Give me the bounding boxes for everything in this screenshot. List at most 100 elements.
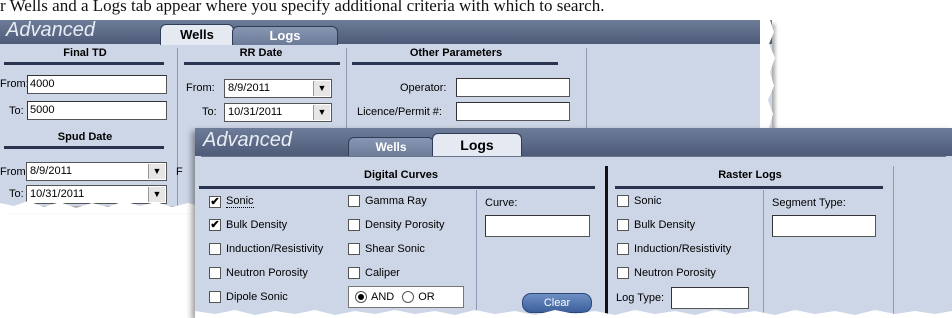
panel-header bbox=[195, 128, 952, 156]
rr-date-to-label: To: bbox=[202, 106, 217, 118]
checkbox-raster-sonic[interactable]: Sonic bbox=[617, 195, 662, 207]
rr-date-from-label: From: bbox=[186, 82, 215, 94]
final-td-title: Final TD bbox=[63, 47, 107, 59]
checkbox-dipole-sonic[interactable]: Dipole Sonic bbox=[209, 291, 288, 303]
checkbox-raster-neutron-porosity[interactable]: Neutron Porosity bbox=[617, 267, 716, 279]
divider bbox=[346, 48, 347, 128]
checkbox-shear-sonic[interactable]: Shear Sonic bbox=[348, 243, 425, 255]
checkbox-label: Bulk Density bbox=[226, 219, 288, 231]
final-td-from-input[interactable]: 4000 bbox=[27, 75, 167, 94]
advanced-title: Advanced bbox=[6, 19, 95, 41]
partial-label: F bbox=[176, 166, 183, 178]
checkbox-label: Shear Sonic bbox=[365, 243, 425, 255]
final-td-to-label: To: bbox=[9, 105, 24, 117]
spud-date-from-picker[interactable]: 8/9/2011 ▼ bbox=[26, 162, 167, 181]
checkbox-box[interactable] bbox=[348, 243, 360, 255]
checkbox-caliper[interactable]: Caliper bbox=[348, 267, 400, 279]
divider bbox=[586, 48, 587, 128]
checkbox-box[interactable]: ✔ bbox=[209, 195, 221, 208]
spud-date-title: Spud Date bbox=[57, 131, 113, 143]
checkbox-box[interactable] bbox=[617, 267, 629, 279]
final-td-from-label: From: bbox=[0, 78, 29, 90]
checkbox-bulk-density[interactable]: ✔ Bulk Density bbox=[209, 219, 287, 231]
radio-and-label: AND bbox=[371, 291, 395, 303]
checkbox-neutron-porosity[interactable]: Neutron Porosity bbox=[209, 267, 308, 279]
advanced-title: Advanced bbox=[203, 129, 292, 151]
checkbox-induction-resistivity[interactable]: Induction/Resistivity bbox=[209, 243, 323, 255]
rr-date-from-picker[interactable]: 8/9/2011 ▼ bbox=[224, 79, 332, 98]
checkbox-label: Sonic bbox=[634, 195, 662, 207]
checkbox-label: Density Porosity bbox=[365, 219, 445, 231]
final-td-to-input[interactable]: 5000 bbox=[27, 101, 167, 120]
checkbox-box[interactable] bbox=[617, 243, 629, 255]
section-line bbox=[615, 186, 883, 189]
radio-or[interactable] bbox=[402, 291, 415, 303]
section-line bbox=[352, 62, 558, 65]
segment-type-input[interactable] bbox=[772, 215, 876, 237]
curve-label: Curve: bbox=[485, 197, 518, 209]
checkbox-box[interactable] bbox=[348, 219, 360, 231]
other-params-title: Other Parameters bbox=[409, 47, 503, 59]
tab-wells[interactable]: Wells bbox=[160, 24, 234, 45]
and-or-selector: AND OR bbox=[348, 286, 464, 308]
tab-logs[interactable]: Logs bbox=[432, 133, 522, 157]
checkbox-label: Induction/Resistivity bbox=[634, 243, 732, 255]
tab-logs[interactable]: Logs bbox=[232, 26, 338, 45]
checkbox-label: Neutron Porosity bbox=[226, 267, 308, 279]
log-type-input[interactable] bbox=[671, 287, 749, 309]
licence-input[interactable] bbox=[456, 102, 570, 121]
divider bbox=[893, 166, 894, 318]
checkbox-label: Induction/Resistivity bbox=[226, 243, 324, 255]
divider bbox=[177, 48, 178, 206]
divider bbox=[476, 190, 477, 318]
checkbox-label: Caliper bbox=[365, 267, 400, 279]
logs-panel: Advanced Wells Logs Digital Curves ✔ Son… bbox=[195, 128, 952, 318]
checkbox-box[interactable] bbox=[348, 195, 360, 207]
checkbox-label: Bulk Density bbox=[634, 219, 696, 231]
panel-header bbox=[0, 20, 772, 44]
divider bbox=[605, 166, 608, 318]
operator-input[interactable] bbox=[456, 78, 570, 97]
section-line bbox=[199, 186, 595, 189]
digital-curves-title: Digital Curves bbox=[364, 169, 438, 181]
checkbox-box[interactable] bbox=[209, 267, 221, 279]
operator-label: Operator: bbox=[400, 82, 447, 94]
checkbox-density-porosity[interactable]: Density Porosity bbox=[348, 219, 444, 231]
checkbox-box[interactable] bbox=[617, 195, 629, 207]
segment-type-label: Segment Type: bbox=[772, 197, 846, 209]
rr-date-to-value: 10/31/2011 bbox=[228, 106, 283, 118]
torn-edge-front-bottom bbox=[195, 310, 952, 318]
spud-date-from-value: 8/9/2011 bbox=[30, 165, 73, 177]
torn-edge-bottom bbox=[0, 201, 200, 213]
chevron-down-icon[interactable]: ▼ bbox=[148, 164, 165, 179]
section-line bbox=[4, 62, 164, 65]
checkbox-raster-bulk-density[interactable]: Bulk Density bbox=[617, 219, 695, 231]
checkbox-box[interactable] bbox=[617, 219, 629, 231]
caption-text: r Wells and a Logs tab appear where you … bbox=[0, 0, 605, 15]
section-line bbox=[4, 146, 164, 149]
checkbox-box[interactable]: ✔ bbox=[209, 219, 221, 231]
rr-date-to-picker[interactable]: 10/31/2011 ▼ bbox=[224, 103, 332, 122]
section-line bbox=[201, 156, 946, 157]
log-type-label: Log Type: bbox=[616, 292, 665, 304]
section-line bbox=[184, 62, 340, 65]
chevron-down-icon[interactable]: ▼ bbox=[313, 81, 330, 96]
checkbox-box[interactable] bbox=[348, 267, 360, 279]
checkbox-sonic[interactable]: ✔ Sonic bbox=[209, 195, 254, 208]
rr-date-title: RR Date bbox=[239, 47, 283, 59]
checkbox-gamma-ray[interactable]: Gamma Ray bbox=[348, 195, 427, 207]
rr-date-from-value: 8/9/2011 bbox=[228, 82, 271, 94]
spud-date-from-label: From: bbox=[0, 166, 29, 178]
tab-wells[interactable]: Wells bbox=[348, 137, 434, 157]
chevron-down-icon[interactable]: ▼ bbox=[313, 105, 330, 120]
curve-input[interactable] bbox=[485, 215, 590, 237]
checkbox-raster-induction-resistivity[interactable]: Induction/Resistivity bbox=[617, 243, 731, 255]
checkbox-label: Dipole Sonic bbox=[226, 291, 288, 303]
checkbox-box[interactable] bbox=[209, 291, 221, 303]
checkbox-box[interactable] bbox=[209, 243, 221, 255]
raster-logs-title: Raster Logs bbox=[718, 169, 782, 181]
checkbox-label: Gamma Ray bbox=[365, 195, 427, 207]
radio-and[interactable] bbox=[355, 291, 367, 303]
divider bbox=[763, 190, 764, 318]
checkbox-label: Neutron Porosity bbox=[634, 267, 716, 279]
